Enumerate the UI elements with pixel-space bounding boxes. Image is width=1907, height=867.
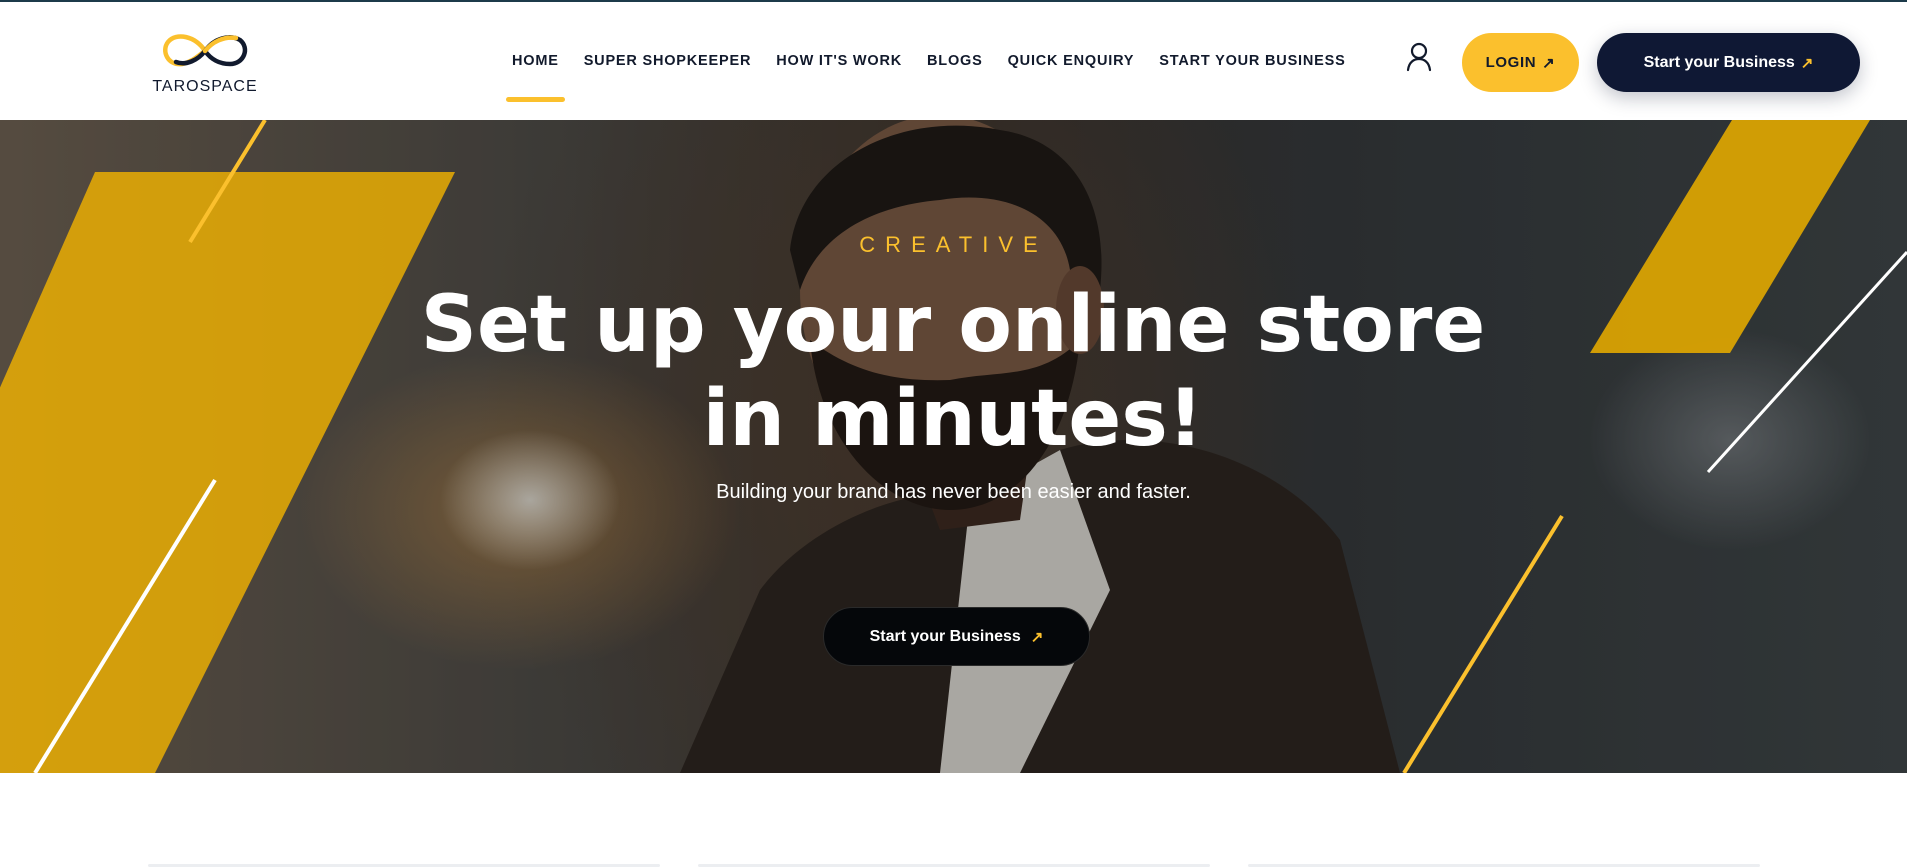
main-nav: HOME SUPER SHOPKEEPER HOW IT'S WORK BLOG…: [506, 53, 1346, 102]
nav-item-super-shopkeeper[interactable]: SUPER SHOPKEEPER: [584, 53, 752, 69]
infinity-logo-icon: [163, 34, 248, 67]
arrow-up-right-icon: ↗: [1030, 628, 1044, 646]
nav-item-how-its-work[interactable]: HOW IT'S WORK: [776, 53, 902, 69]
nav-item-quick-enquiry[interactable]: QUICK ENQUIRY: [1008, 53, 1135, 69]
start-business-hero-button[interactable]: Start your Business ↗: [823, 607, 1090, 666]
hero-eyebrow: CREATIVE: [859, 232, 1048, 257]
login-button-label: LOGIN: [1485, 54, 1537, 71]
nav-item-home[interactable]: HOME: [506, 53, 565, 102]
arrow-up-right-icon: ↗: [1542, 54, 1556, 72]
nav-item-blogs[interactable]: BLOGS: [927, 53, 983, 69]
login-button[interactable]: LOGIN ↗: [1462, 33, 1579, 92]
site-header: TAROSPACE HOME SUPER SHOPKEEPER HOW IT'S…: [0, 2, 1907, 120]
hero-title: Set up your online store in minutes!: [420, 280, 1486, 464]
start-business-header-button[interactable]: Start your Business ↗: [1597, 33, 1860, 92]
hero-banner: CREATIVE Set up your online store in min…: [0, 120, 1907, 773]
start-business-header-label: Start your Business: [1643, 53, 1795, 71]
arrow-up-right-icon: ↗: [1800, 54, 1814, 72]
hero-subtitle: Building your brand has never been easie…: [716, 481, 1191, 503]
brand-logo[interactable]: TAROSPACE: [150, 26, 260, 100]
nav-item-start-your-business[interactable]: START YOUR BUSINESS: [1159, 53, 1345, 69]
user-icon[interactable]: [1405, 42, 1433, 72]
start-business-hero-label: Start your Business: [869, 627, 1021, 645]
brand-name: TAROSPACE: [152, 78, 258, 95]
